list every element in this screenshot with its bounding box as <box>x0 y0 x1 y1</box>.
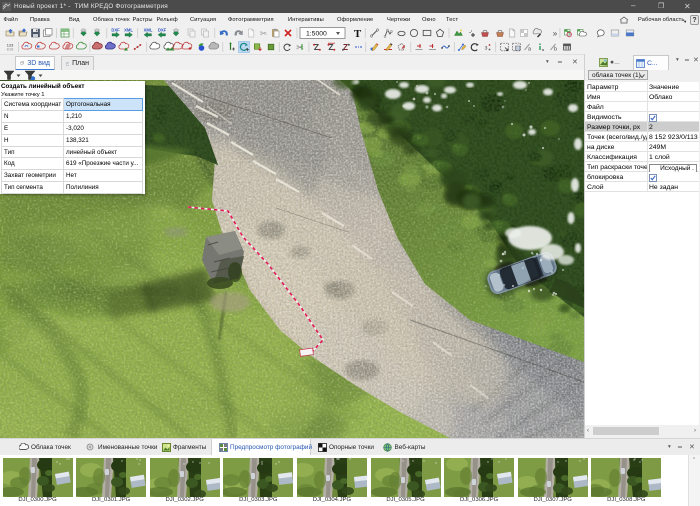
svg-text:XML: XML <box>144 27 153 32</box>
svg-text:Z: Z <box>314 42 319 52</box>
svg-text:T: T <box>354 28 362 40</box>
svg-text:✂: ✂ <box>260 29 268 39</box>
svg-text:a: a <box>528 47 531 53</box>
svg-text:з: з <box>485 45 488 52</box>
svg-text:XML: XML <box>124 27 133 32</box>
svg-text:»: » <box>553 29 558 38</box>
svg-text:✂: ✂ <box>296 43 304 53</box>
svg-text:b: b <box>554 47 557 53</box>
svg-text:DXF: DXF <box>158 27 167 32</box>
svg-text:010: 010 <box>7 49 15 53</box>
svg-text:1:5000: 1:5000 <box>306 31 327 38</box>
svg-text:DXF: DXF <box>111 27 120 32</box>
